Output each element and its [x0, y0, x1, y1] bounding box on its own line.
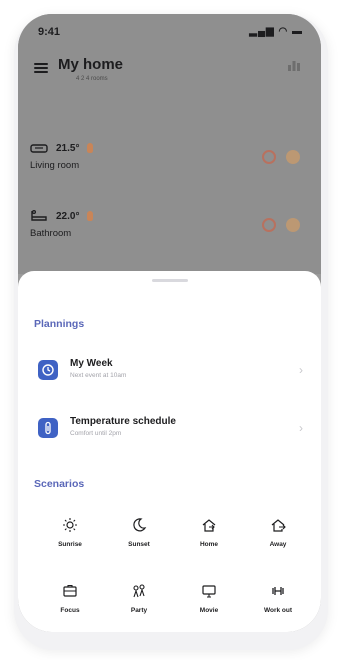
- chevron-right-icon: ›: [299, 363, 303, 377]
- scenario-label: Party: [130, 607, 148, 614]
- bottom-sheet: Plannings My Week Next event at 10am › T…: [18, 271, 321, 632]
- mode-button[interactable]: [262, 218, 276, 232]
- plannings-title: Plannings: [34, 318, 85, 330]
- status-icons: ▂▄▆ ◠ ▬: [249, 26, 303, 37]
- room-card-living[interactable]: 21.5° Living room: [30, 140, 310, 180]
- focus-icon: [63, 584, 77, 597]
- stats-icon[interactable]: [287, 58, 301, 72]
- room-name: Living room: [30, 160, 80, 171]
- room-card-bathroom[interactable]: 22.0° Bathroom: [30, 208, 310, 248]
- scenario-sunset[interactable]: Sunset: [109, 511, 169, 563]
- movie-icon: [202, 585, 216, 598]
- room-temperature: 21.5°: [56, 142, 80, 154]
- scenario-label: Sunrise: [58, 541, 82, 548]
- chevron-right-icon: ›: [299, 421, 303, 435]
- planning-subtitle: Comfort until 2pm: [70, 430, 122, 437]
- page-title: My home: [58, 56, 124, 73]
- room-temperature: 22.0°: [56, 210, 80, 222]
- app-screen: 9:41 ▂▄▆ ◠ ▬ My home 4 2 4 rooms 21.5° L…: [18, 14, 321, 632]
- planning-item-my-week[interactable]: My Week Next event at 10am ›: [30, 349, 309, 393]
- scenario-workout[interactable]: Work out: [248, 577, 308, 629]
- scenario-focus[interactable]: Focus: [40, 577, 100, 629]
- scenario-away[interactable]: Away: [248, 511, 308, 563]
- flame-icon: [87, 143, 94, 153]
- sunrise-icon: [63, 518, 77, 532]
- room-controls: [262, 218, 300, 232]
- scenario-label: Focus: [60, 607, 80, 614]
- scenario-movie[interactable]: Movie: [179, 577, 239, 629]
- clock-icon: [38, 360, 58, 380]
- planning-item-temperature-schedule[interactable]: Temperature schedule Comfort until 2pm ›: [30, 407, 309, 451]
- scenario-label: Home: [199, 541, 219, 548]
- sheet-grabber[interactable]: [152, 279, 188, 282]
- scenario-label: Work out: [263, 607, 293, 614]
- heat-button[interactable]: [286, 218, 300, 232]
- heat-button[interactable]: [286, 150, 300, 164]
- sunset-icon: [133, 518, 147, 532]
- scenario-label: Movie: [199, 607, 219, 614]
- party-icon: [133, 584, 145, 598]
- status-time: 9:41: [38, 26, 61, 38]
- scenario-label: Sunset: [128, 541, 150, 548]
- room-controls: [262, 150, 300, 164]
- scenario-home[interactable]: Home: [179, 511, 239, 563]
- flame-icon: [87, 211, 94, 221]
- scenario-party[interactable]: Party: [109, 577, 169, 629]
- page-subtitle: 4 2 4 rooms: [76, 76, 108, 82]
- thermometer-icon: [38, 418, 58, 438]
- scenario-sunrise[interactable]: Sunrise: [40, 511, 100, 563]
- mode-button[interactable]: [262, 150, 276, 164]
- scenario-label: Away: [269, 541, 287, 548]
- planning-title: Temperature schedule: [70, 416, 176, 427]
- workout-icon: [272, 587, 284, 595]
- menu-icon[interactable]: [34, 63, 48, 73]
- away-icon: [271, 519, 286, 532]
- room-name: Bathroom: [30, 228, 72, 239]
- home-icon: [202, 519, 216, 532]
- planning-title: My Week: [70, 358, 113, 369]
- dimmed-background[interactable]: 9:41 ▂▄▆ ◠ ▬ My home 4 2 4 rooms 21.5° L…: [18, 14, 321, 274]
- room-row: 22.0°: [30, 208, 94, 224]
- bathtub-icon: [31, 210, 47, 221]
- room-row: 21.5°: [30, 140, 94, 156]
- planning-subtitle: Next event at 10am: [70, 372, 127, 379]
- sofa-icon: [30, 144, 48, 153]
- status-bar: 9:41 ▂▄▆ ◠ ▬: [38, 26, 303, 40]
- scenarios-title: Scenarios: [34, 478, 85, 490]
